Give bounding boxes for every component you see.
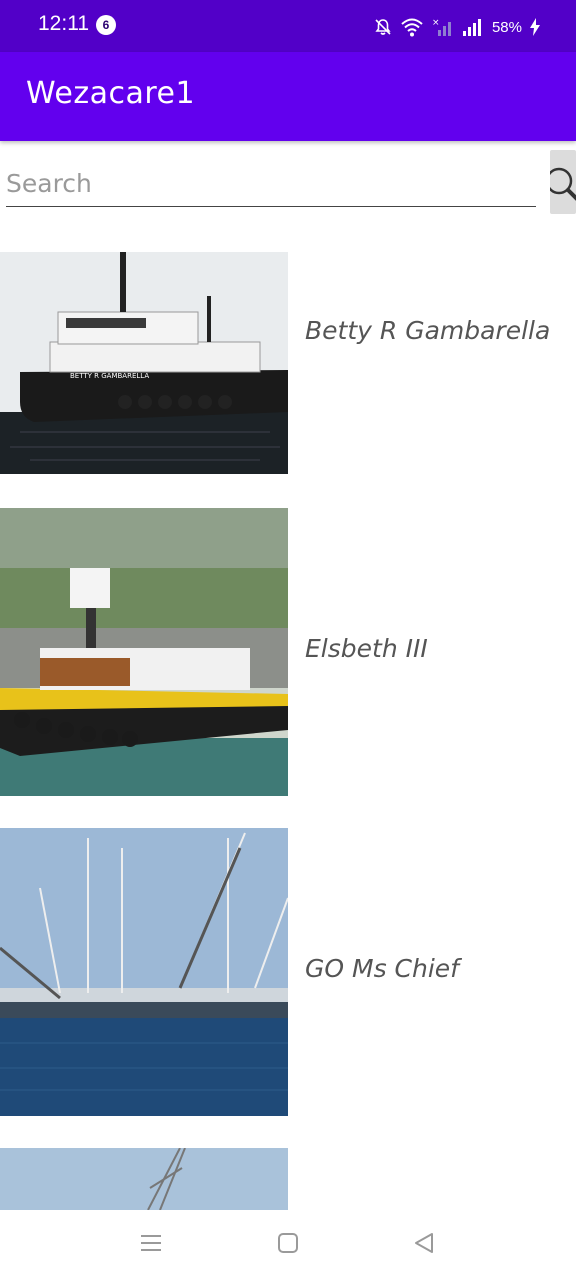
notification-count-badge: 6 xyxy=(96,15,116,35)
vessel-photo: BETTY R GAMBARELLA xyxy=(0,252,288,474)
list-item[interactable] xyxy=(0,1148,576,1210)
list-item[interactable]: Elsbeth III xyxy=(0,508,576,798)
vessel-photo xyxy=(0,1148,288,1210)
charging-icon xyxy=(530,18,540,36)
signal-icon xyxy=(462,19,481,36)
vessel-name: Betty R Gambarella xyxy=(305,316,551,345)
list-item[interactable]: BETTY R GAMBARELLA Betty R Gambarella xyxy=(0,252,576,476)
status-bar: 12:11 6 × 58% xyxy=(0,0,576,52)
search-icon xyxy=(550,167,576,201)
back-button[interactable] xyxy=(413,1232,435,1254)
svg-text:×: × xyxy=(432,18,440,28)
status-time: 12:11 xyxy=(38,12,89,35)
hull-name-text: BETTY R GAMBARELLA xyxy=(70,372,149,380)
home-button[interactable] xyxy=(277,1232,299,1254)
battery-percentage: 58% xyxy=(491,18,522,36)
signal-off-icon: × xyxy=(432,18,451,36)
bell-off-icon xyxy=(375,19,391,35)
vessel-photo xyxy=(0,828,288,1116)
search-input[interactable] xyxy=(6,160,536,207)
system-nav-bar xyxy=(0,1210,576,1280)
wifi-icon xyxy=(401,18,423,37)
vessel-name: Elsbeth III xyxy=(305,634,428,663)
list-item[interactable]: GO Ms Chief xyxy=(0,828,576,1118)
app-title: Wezacare1 xyxy=(26,76,196,111)
app-bar: Wezacare1 xyxy=(0,52,576,141)
vessel-name: GO Ms Chief xyxy=(305,954,459,983)
vessel-photo xyxy=(0,508,288,796)
search-button[interactable] xyxy=(550,150,576,214)
recent-apps-button[interactable] xyxy=(140,1232,162,1254)
